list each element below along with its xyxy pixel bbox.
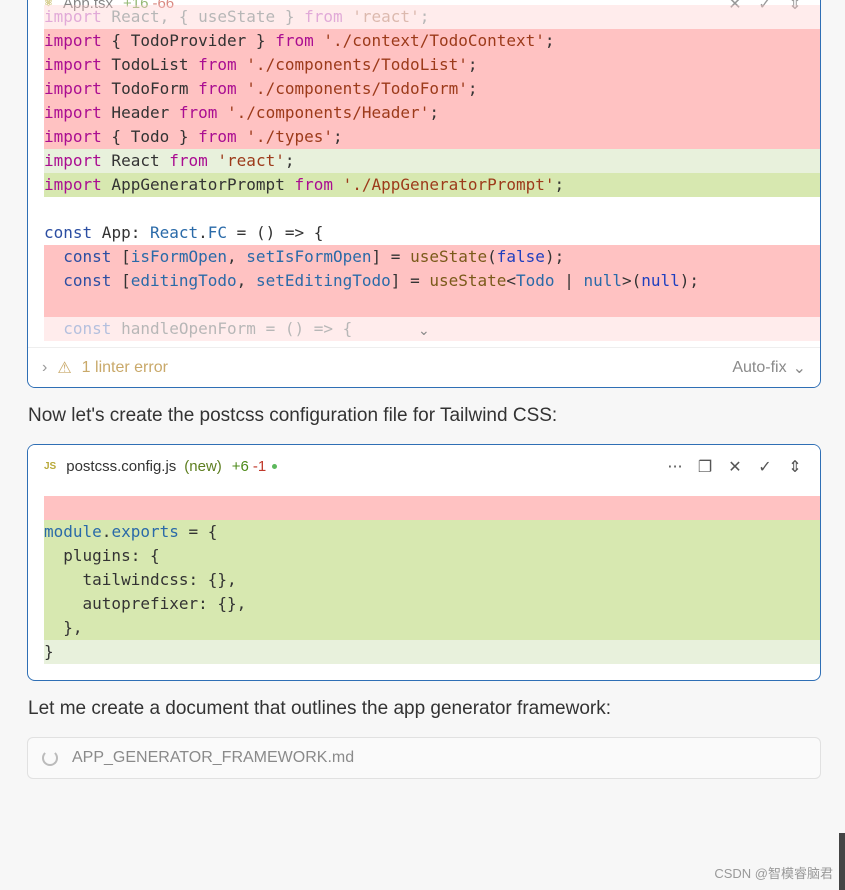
code-line: import Header from './components/Header'… xyxy=(44,101,820,125)
code-line: import { TodoProvider } from './context/… xyxy=(44,29,820,53)
code-line: autoprefixer: {}, xyxy=(44,592,820,616)
check-icon[interactable]: ✓ xyxy=(756,457,774,476)
file-status: (new) xyxy=(184,457,222,475)
chevron-down-icon: ⌄ xyxy=(792,359,806,377)
removed-count: -1 xyxy=(252,457,267,475)
watermark: CSDN @智模睿脑君 xyxy=(714,866,833,881)
js-file-icon: JS xyxy=(44,460,57,472)
code-line: import React from 'react'; xyxy=(44,149,820,173)
code-line xyxy=(44,293,820,317)
scrollbar[interactable] xyxy=(839,833,845,890)
code-line: import TodoList from './components/TodoL… xyxy=(44,53,820,77)
code-line: }, xyxy=(44,616,820,640)
pending-file-name: APP_GENERATOR_FRAMEWORK.md xyxy=(72,749,355,766)
code-line: import TodoForm from './components/TodoF… xyxy=(44,77,820,101)
pending-file-card[interactable]: APP_GENERATOR_FRAMEWORK.md xyxy=(27,737,821,779)
code-line: const [editingTodo, setEditingTodo] = us… xyxy=(44,269,820,293)
code-line: import React, { useState } from 'react'; xyxy=(44,5,820,29)
code-diff: module.exports = { plugins: { tailwindcs… xyxy=(44,496,820,664)
code-line xyxy=(44,496,820,520)
chevron-updown-icon[interactable]: ⇕ xyxy=(786,457,804,476)
code-line: const [isFormOpen, setIsFormOpen] = useS… xyxy=(44,245,820,269)
code-line: } xyxy=(44,640,820,664)
code-line: plugins: { xyxy=(44,544,820,568)
diff-card-app-tsx: ⚛ App.tsx +16 -66 ✕ ✓ ⇕ import React, { … xyxy=(27,0,821,388)
status-dot xyxy=(272,463,278,469)
close-icon[interactable]: ✕ xyxy=(726,457,744,476)
assistant-message: Now let's create the postcss configurati… xyxy=(28,405,558,426)
warning-icon: ⚠ xyxy=(57,359,72,377)
diff-card-postcss-config: JS postcss.config.js (new) +6 -1 ··· ❐ ✕… xyxy=(27,444,821,681)
code-line: module.exports = { xyxy=(44,520,820,544)
copy-icon[interactable]: ❐ xyxy=(696,457,714,476)
auto-fix-button[interactable]: Auto-fix ⌄ xyxy=(732,358,806,378)
code-line: import { Todo } from './types'; xyxy=(44,125,820,149)
chevron-down-icon[interactable]: ⌄ xyxy=(418,323,430,339)
assistant-message: Let me create a document that outlines t… xyxy=(28,698,611,719)
code-line: import AppGeneratorPrompt from './AppGen… xyxy=(44,173,820,197)
chevron-right-icon[interactable]: › xyxy=(42,359,47,377)
code-line: const handleOpenForm = () => { xyxy=(44,317,820,341)
added-count: +6 xyxy=(231,457,249,475)
file-name[interactable]: postcss.config.js xyxy=(66,458,176,475)
card-actions: ··· ❐ ✕ ✓ ⇕ xyxy=(666,457,804,476)
card-header: JS postcss.config.js (new) +6 -1 ··· ❐ ✕… xyxy=(28,445,820,487)
loading-spinner-icon xyxy=(42,750,58,766)
code-diff: import React, { useState } from 'react';… xyxy=(44,5,820,341)
lint-bar: › ⚠ 1 linter error Auto-fix ⌄ xyxy=(28,347,820,387)
code-line: tailwindcss: {}, xyxy=(44,568,820,592)
lint-text[interactable]: 1 linter error xyxy=(82,359,168,377)
code-line: const App: React.FC = () => { xyxy=(44,223,324,242)
more-icon[interactable]: ··· xyxy=(666,457,684,476)
